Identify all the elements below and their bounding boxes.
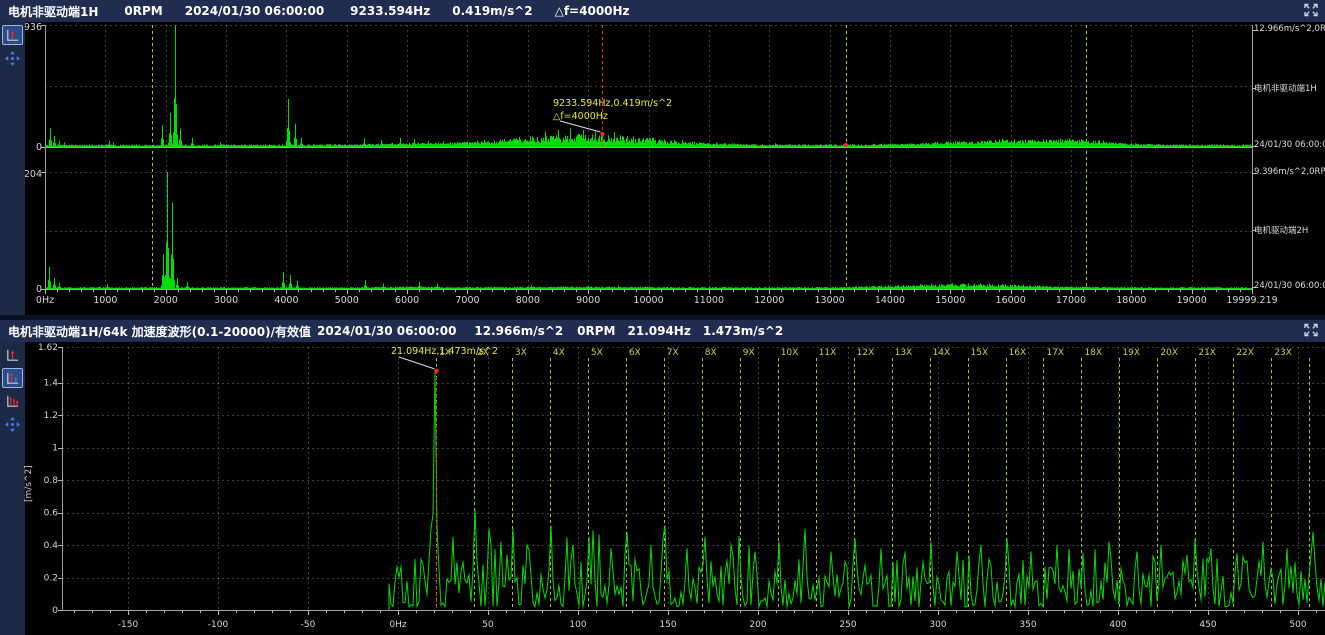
spectrum-cursor-amp: 0.419m/s^2 (452, 4, 532, 18)
spectrum-title: 电机非驱动端1H (8, 3, 98, 20)
single-cursor-tool-button[interactable] (2, 345, 23, 365)
spectrum-delta-f: △f=4000Hz (555, 4, 630, 18)
four-way-move-icon (4, 50, 21, 67)
expand-icon (1303, 3, 1319, 17)
pan-tool-button[interactable] (2, 48, 23, 68)
waveform-rms: 12.966m/s^2 (474, 324, 563, 338)
spectrum-single-cursor-icon (5, 348, 20, 363)
waveform-plot-canvas[interactable] (25, 342, 1325, 635)
waveform-y-axis-label: [m/s^2] (24, 465, 34, 502)
spectrum-b-time-label: 24/01/30 06:00:00 (1254, 281, 1325, 291)
waveform-expand-button[interactable] (1302, 323, 1320, 339)
spectrum-toolbar (0, 22, 25, 315)
four-way-move-icon (4, 416, 21, 433)
waveform-toolbar (0, 342, 25, 635)
spectrum-right-labels: 12.966m/s^2,0RPM 电机非驱动端1H 24/01/30 06:00… (1254, 22, 1325, 315)
spectrum-a-peak-label: 12.966m/s^2,0RPM (1254, 24, 1325, 34)
spectrum-harmonic-cursor-icon (5, 394, 20, 409)
spectrum-rpm: 0RPM (124, 4, 162, 18)
spectrum-plot-canvas[interactable] (25, 22, 1325, 315)
spectrum-a-time-label: 24/01/30 06:00:00 (1254, 140, 1325, 150)
double-cursor-tool-button[interactable] (2, 368, 23, 388)
waveform-cursor-amp: 1.473m/s^2 (703, 324, 783, 338)
spectrum-a-channel-label: 电机非驱动端1H (1254, 82, 1317, 94)
waveform-datetime: 2024/01/30 06:00:00 (317, 324, 456, 338)
harmonic-cursor-tool-button[interactable] (2, 391, 23, 411)
vibration-analysis-window: 电机非驱动端1H 0RPM 2024/01/30 06:00:00 9233.5… (0, 0, 1325, 635)
spectrum-titlebar: 电机非驱动端1H 0RPM 2024/01/30 06:00:00 9233.5… (0, 0, 1325, 22)
spectrum-b-channel-label: 电机驱动端2H (1254, 224, 1308, 236)
pan-tool-button[interactable] (2, 414, 23, 434)
expand-icon (1303, 323, 1319, 337)
single-cursor-tool-button[interactable] (2, 25, 23, 45)
waveform-rpm: 0RPM (577, 324, 615, 338)
spectrum-b-peak-label: 9.396m/s^2,0RPM (1254, 167, 1325, 177)
spectrum-cursor-freq: 9233.594Hz (350, 4, 430, 18)
spectrum-double-cursor-icon (5, 371, 20, 386)
spectrum-datetime: 2024/01/30 06:00:00 (185, 4, 324, 18)
spectrum-single-cursor-icon (5, 28, 20, 43)
waveform-cursor-freq: 21.094Hz (628, 324, 691, 338)
waveform-title: 电机非驱动端1H/64k 加速度波形(0.1-20000)/有效值 (8, 323, 311, 340)
waveform-titlebar: 电机非驱动端1H/64k 加速度波形(0.1-20000)/有效值 2024/0… (0, 320, 1325, 342)
spectrum-expand-button[interactable] (1302, 3, 1320, 19)
